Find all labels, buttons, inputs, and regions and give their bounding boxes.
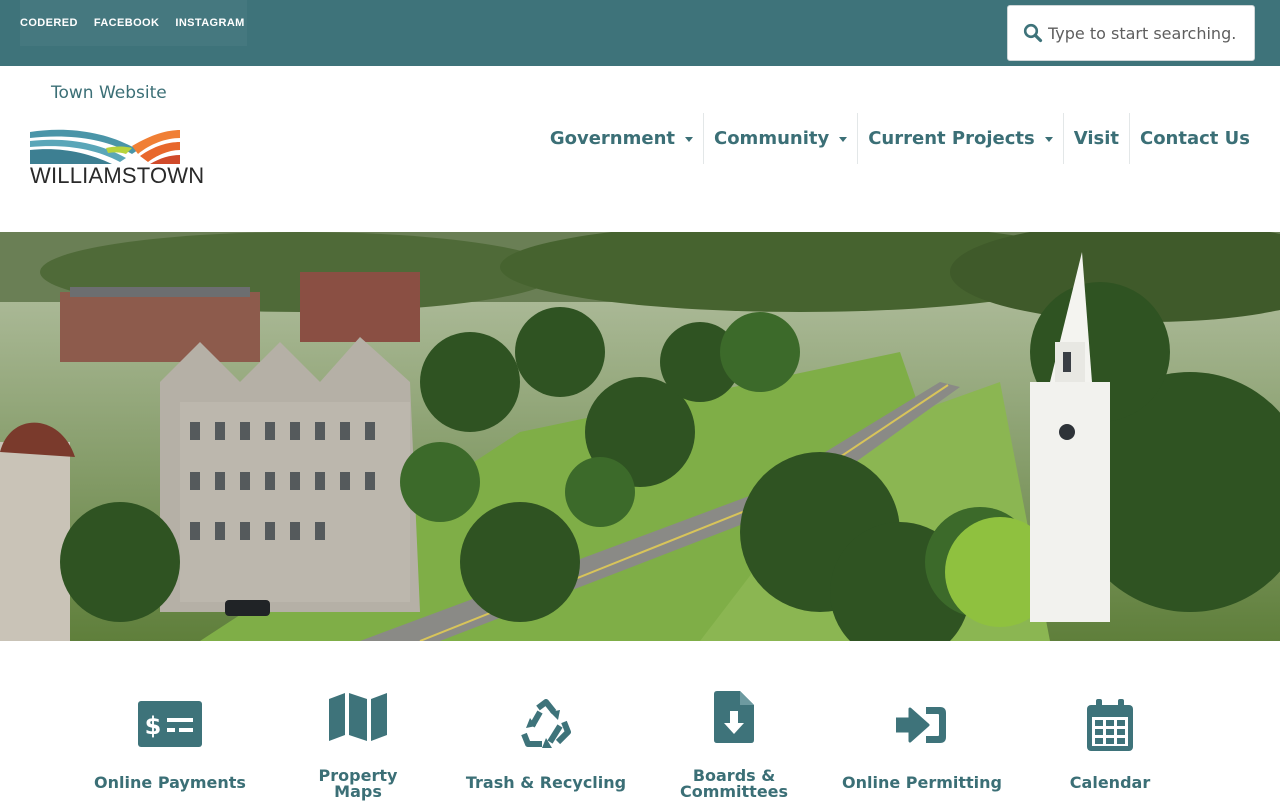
nav-label: Visit bbox=[1073, 128, 1119, 149]
caret-down-icon bbox=[1044, 137, 1053, 142]
nav-label: Community bbox=[713, 128, 830, 149]
logo-text: WILLIAMSTOWN bbox=[30, 163, 205, 188]
quick-link-label: Maps bbox=[334, 782, 382, 801]
caret-down-icon bbox=[684, 137, 693, 142]
instagram-link[interactable]: INSTAGRAM bbox=[175, 17, 244, 29]
quick-link-trash-recycling[interactable]: Trash & Recycling bbox=[452, 641, 640, 800]
search-icon[interactable] bbox=[1023, 23, 1043, 43]
file-download-icon bbox=[714, 691, 754, 743]
nav-label: Contact Us bbox=[1139, 128, 1250, 149]
recycle-icon bbox=[521, 699, 571, 748]
nav-community[interactable]: Community bbox=[702, 113, 857, 164]
social-links: CODERED FACEBOOK INSTAGRAM bbox=[20, 0, 247, 46]
search-box bbox=[1007, 5, 1255, 61]
nav-government[interactable]: Government bbox=[540, 113, 703, 164]
top-bar: CODERED FACEBOOK INSTAGRAM bbox=[0, 0, 1280, 66]
nav-label: Current Projects bbox=[868, 128, 1035, 149]
town-website-link[interactable]: Town Website bbox=[51, 83, 167, 103]
nav-label: Government bbox=[549, 128, 675, 149]
quick-link-label: Online Payments bbox=[94, 773, 246, 792]
sign-in-icon bbox=[896, 707, 946, 743]
calendar-icon bbox=[1087, 699, 1133, 751]
facebook-link[interactable]: FACEBOOK bbox=[94, 17, 160, 29]
quick-link-online-permitting[interactable]: Online Permitting bbox=[828, 641, 1016, 800]
quick-link-label: Trash & Recycling bbox=[465, 773, 627, 792]
main-nav: Government Community Current Projects Vi… bbox=[540, 113, 1260, 164]
quick-link-label: Calendar bbox=[1069, 773, 1151, 792]
quick-link-property-maps[interactable]: Property Maps bbox=[264, 641, 452, 800]
nav-visit[interactable]: Visit bbox=[1062, 113, 1129, 164]
nav-contact-us[interactable]: Contact Us bbox=[1128, 113, 1260, 164]
svg-text:$: $ bbox=[145, 712, 162, 740]
quick-link-boards-committees[interactable]: Boards & Committees bbox=[640, 641, 828, 800]
hero-aerial-town-image bbox=[0, 232, 1280, 641]
map-icon bbox=[329, 693, 387, 741]
quick-link-label: Online Permitting bbox=[841, 773, 1003, 792]
money-bill-icon: $ bbox=[138, 701, 202, 747]
quick-link-label: Committees bbox=[679, 782, 789, 801]
search-input[interactable] bbox=[1048, 23, 1248, 43]
caret-down-icon bbox=[839, 137, 848, 142]
quick-link-calendar[interactable]: Calendar bbox=[1016, 641, 1204, 800]
codered-link[interactable]: CODERED bbox=[20, 17, 78, 29]
nav-current-projects[interactable]: Current Projects bbox=[857, 113, 1062, 164]
quick-link-online-payments[interactable]: $ Online Payments bbox=[76, 641, 264, 800]
quick-links: $ Online Payments Property Maps Trash & … bbox=[0, 641, 1280, 800]
